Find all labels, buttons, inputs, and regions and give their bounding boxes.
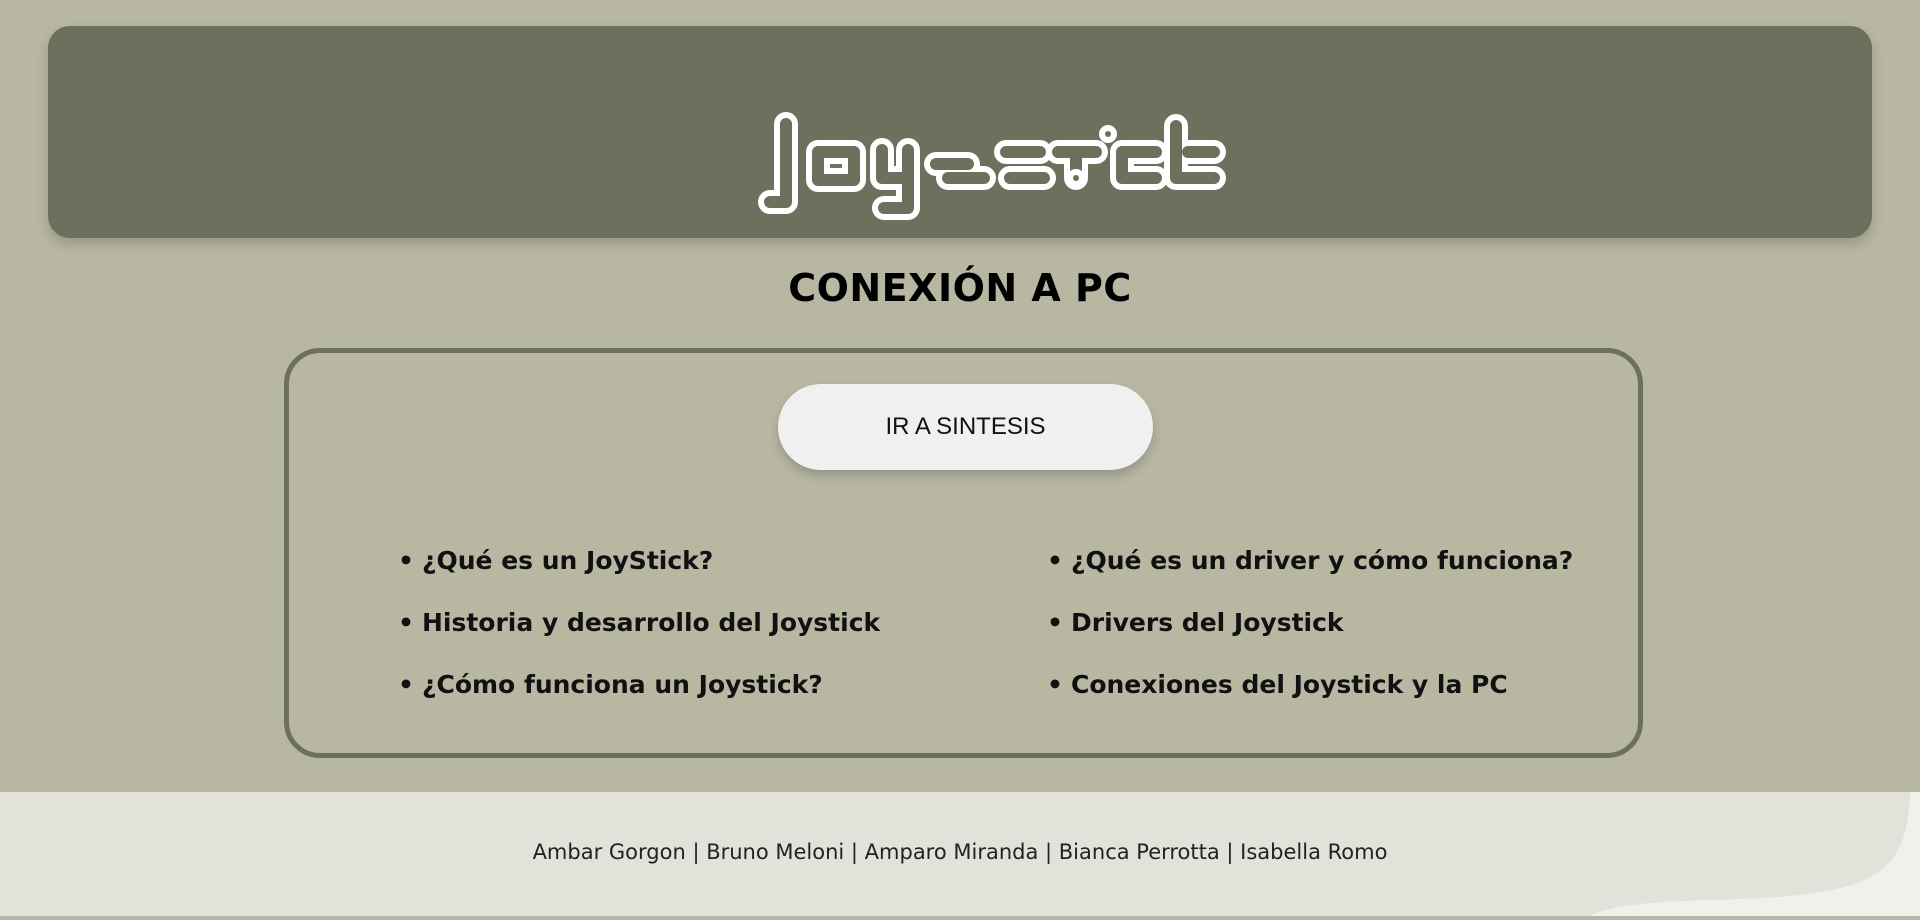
bullet: •: [398, 669, 414, 699]
topics-right-column: • ¿Qué es un driver y cómo funciona? • D…: [1047, 529, 1573, 715]
topic-link-what-is-joystick[interactable]: • ¿Qué es un JoyStick?: [398, 529, 880, 591]
topics-index-box: IR A SINTESIS • ¿Qué es un JoyStick? • H…: [284, 348, 1643, 758]
topic-link-how-it-works[interactable]: • ¿Cómo funciona un Joystick?: [398, 653, 880, 715]
bullet: •: [1047, 669, 1063, 699]
page-title: CONEXIÓN A PC: [788, 266, 1132, 310]
footer-credits: Ambar Gorgon | Bruno Meloni | Amparo Mir…: [532, 840, 1388, 864]
bottom-border: [0, 916, 1920, 920]
topic-link-joystick-drivers[interactable]: • Drivers del Joystick: [1047, 591, 1573, 653]
topic-label: Historia y desarrollo del Joystick: [421, 607, 881, 637]
topic-label: ¿Cómo funciona un Joystick?: [421, 669, 823, 699]
topic-label: Conexiones del Joystick y la PC: [1070, 669, 1508, 699]
topic-label: ¿Qué es un JoyStick?: [421, 545, 714, 575]
bullet: •: [398, 545, 414, 575]
header-banner: [48, 26, 1872, 238]
topic-link-connections[interactable]: • Conexiones del Joystick y la PC: [1047, 653, 1573, 715]
topic-label: Drivers del Joystick: [1070, 607, 1344, 637]
topic-link-what-is-driver[interactable]: • ¿Qué es un driver y cómo funciona?: [1047, 529, 1573, 591]
topic-link-history[interactable]: • Historia y desarrollo del Joystick: [398, 591, 880, 653]
joystick-logo: [758, 112, 1226, 220]
go-to-synthesis-button[interactable]: IR A SINTESIS: [778, 384, 1153, 470]
footer: Ambar Gorgon | Bruno Meloni | Amparo Mir…: [0, 792, 1920, 920]
page: CONEXIÓN A PC IR A SINTESIS • ¿Qué es un…: [0, 0, 1920, 920]
topics-left-column: • ¿Qué es un JoyStick? • Historia y desa…: [398, 529, 880, 715]
bullet: •: [1047, 545, 1063, 575]
bullet: •: [1047, 607, 1063, 637]
bullet: •: [398, 607, 414, 637]
topic-label: ¿Qué es un driver y cómo funciona?: [1070, 545, 1574, 575]
